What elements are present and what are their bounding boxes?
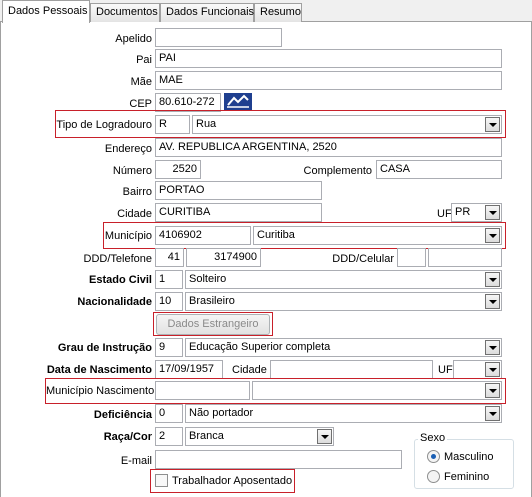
- endereco-input[interactable]: AV. REPUBLICA ARGENTINA, 2520: [155, 138, 502, 157]
- nacionalidade-code-input[interactable]: 10: [155, 292, 183, 311]
- tab-dados-funcionais[interactable]: Dados Funcionais: [160, 3, 254, 22]
- ddd-celular-input[interactable]: [397, 248, 426, 267]
- sexo-feminino-radio[interactable]: [427, 470, 440, 483]
- sexo-masculino-label: Masculino: [444, 451, 494, 463]
- uf-nascimento-label: UF: [438, 364, 453, 376]
- chevron-down-icon[interactable]: [485, 117, 500, 132]
- deficiencia-code-input[interactable]: 0: [155, 404, 183, 423]
- cidade-input[interactable]: CURITIBA: [155, 203, 322, 222]
- nacionalidade-label: Nacionalidade: [77, 296, 152, 308]
- trabalhador-aposentado-checkbox[interactable]: [155, 474, 168, 487]
- uf-nascimento-select[interactable]: [453, 360, 502, 379]
- grau-instrucao-label: Grau de Instrução: [57, 342, 152, 354]
- tab-dados-pessoais[interactable]: Dados Pessoais: [2, 0, 90, 23]
- trabalhador-aposentado-label: Trabalhador Aposentado: [172, 475, 293, 487]
- complemento-input[interactable]: CASA: [376, 160, 502, 179]
- tipo-logradouro-value: Rua: [196, 118, 217, 130]
- sexo-feminino-label: Feminino: [444, 471, 490, 483]
- raca-cor-value: Branca: [189, 430, 224, 442]
- municipio-nascimento-select[interactable]: [252, 381, 502, 400]
- mae-input[interactable]: MAE: [155, 71, 502, 90]
- email-input[interactable]: [155, 450, 402, 469]
- raca-cor-select[interactable]: Branca: [185, 427, 334, 446]
- chevron-down-icon[interactable]: [485, 272, 500, 287]
- dados-estrangeiro-button[interactable]: Dados Estrangeiro: [156, 314, 270, 335]
- municipio-nascimento-code-input[interactable]: [155, 381, 250, 400]
- endereco-label: Endereço: [104, 143, 152, 155]
- deficiencia-value: Não portador: [189, 407, 254, 419]
- cep-label: CEP: [129, 98, 152, 110]
- cidade-nascimento-label: Cidade: [232, 364, 267, 376]
- uf-label: UF: [437, 208, 452, 220]
- municipio-value: Curitiba: [257, 229, 295, 241]
- chevron-down-icon[interactable]: [485, 383, 500, 398]
- chevron-down-icon[interactable]: [317, 429, 332, 444]
- numero-label: Número: [112, 165, 152, 177]
- tipo-logradouro-code-input[interactable]: R: [155, 115, 190, 134]
- data-nascimento-label: Data de Nascimento: [46, 364, 152, 376]
- sexo-masculino-radio[interactable]: [427, 450, 440, 463]
- raca-cor-label: Raça/Cor: [103, 431, 152, 443]
- uf-select[interactable]: PR: [451, 203, 502, 222]
- apelido-input[interactable]: [155, 28, 282, 47]
- bairro-label: Bairro: [122, 186, 152, 198]
- ddd-input[interactable]: 41: [155, 248, 184, 267]
- chevron-down-icon[interactable]: [485, 406, 500, 421]
- nacionalidade-value: Brasileiro: [189, 295, 235, 307]
- cidade-nascimento-input[interactable]: [270, 360, 433, 379]
- cep-search-icon[interactable]: [224, 93, 252, 110]
- tab-documentos[interactable]: Documentos: [90, 3, 160, 22]
- ddd-celular-label: DDD/Celular: [332, 253, 394, 265]
- cidade-label: Cidade: [117, 208, 152, 220]
- nacionalidade-select[interactable]: Brasileiro: [185, 292, 502, 311]
- tab-bar: Dados Pessoais Documentos Dados Funciona…: [0, 0, 532, 23]
- tipo-logradouro-label: Tipo de Logradouro: [56, 119, 152, 131]
- grau-instrucao-select[interactable]: Educação Superior completa: [185, 338, 502, 357]
- celular-input[interactable]: [428, 248, 502, 267]
- ddd-telefone-label: DDD/Telefone: [83, 253, 152, 265]
- pai-label: Pai: [136, 54, 152, 66]
- chevron-down-icon[interactable]: [485, 340, 500, 355]
- sexo-group-title: Sexo: [418, 432, 448, 444]
- tipo-logradouro-select[interactable]: Rua: [192, 115, 502, 134]
- chevron-down-icon[interactable]: [485, 362, 500, 377]
- estado-civil-label: Estado Civil: [89, 274, 152, 286]
- deficiencia-label: Deficiência: [93, 409, 152, 421]
- tab-resumo[interactable]: Resumo: [254, 3, 302, 22]
- raca-cor-code-input[interactable]: 2: [155, 427, 183, 446]
- estado-civil-code-input[interactable]: 1: [155, 270, 183, 289]
- chevron-down-icon[interactable]: [485, 205, 500, 220]
- numero-input[interactable]: 2520: [155, 160, 201, 179]
- municipio-nascimento-label: Município Nascimento: [46, 385, 155, 397]
- mae-label: Mãe: [130, 76, 152, 88]
- uf-value: PR: [455, 206, 471, 218]
- email-label: E-mail: [120, 455, 152, 467]
- municipio-code-input[interactable]: 4106902: [155, 226, 251, 245]
- complemento-label: Complemento: [303, 165, 372, 177]
- chevron-down-icon[interactable]: [485, 294, 500, 309]
- bairro-input[interactable]: PORTAO: [155, 181, 322, 200]
- telefone-input[interactable]: 3174900: [186, 248, 261, 267]
- grau-instrucao-code-input[interactable]: 9: [155, 338, 183, 357]
- municipio-label: Município: [104, 230, 152, 242]
- pai-input[interactable]: PAI: [155, 49, 502, 68]
- chevron-down-icon[interactable]: [485, 228, 500, 243]
- municipio-select[interactable]: Curitiba: [253, 226, 502, 245]
- grau-instrucao-value: Educação Superior completa: [189, 341, 331, 353]
- apelido-label: Apelido: [115, 33, 152, 45]
- estado-civil-select[interactable]: Solteiro: [185, 270, 502, 289]
- data-nascimento-input[interactable]: 17/09/1957: [155, 360, 223, 379]
- deficiencia-select[interactable]: Não portador: [185, 404, 502, 423]
- estado-civil-value: Solteiro: [189, 273, 227, 285]
